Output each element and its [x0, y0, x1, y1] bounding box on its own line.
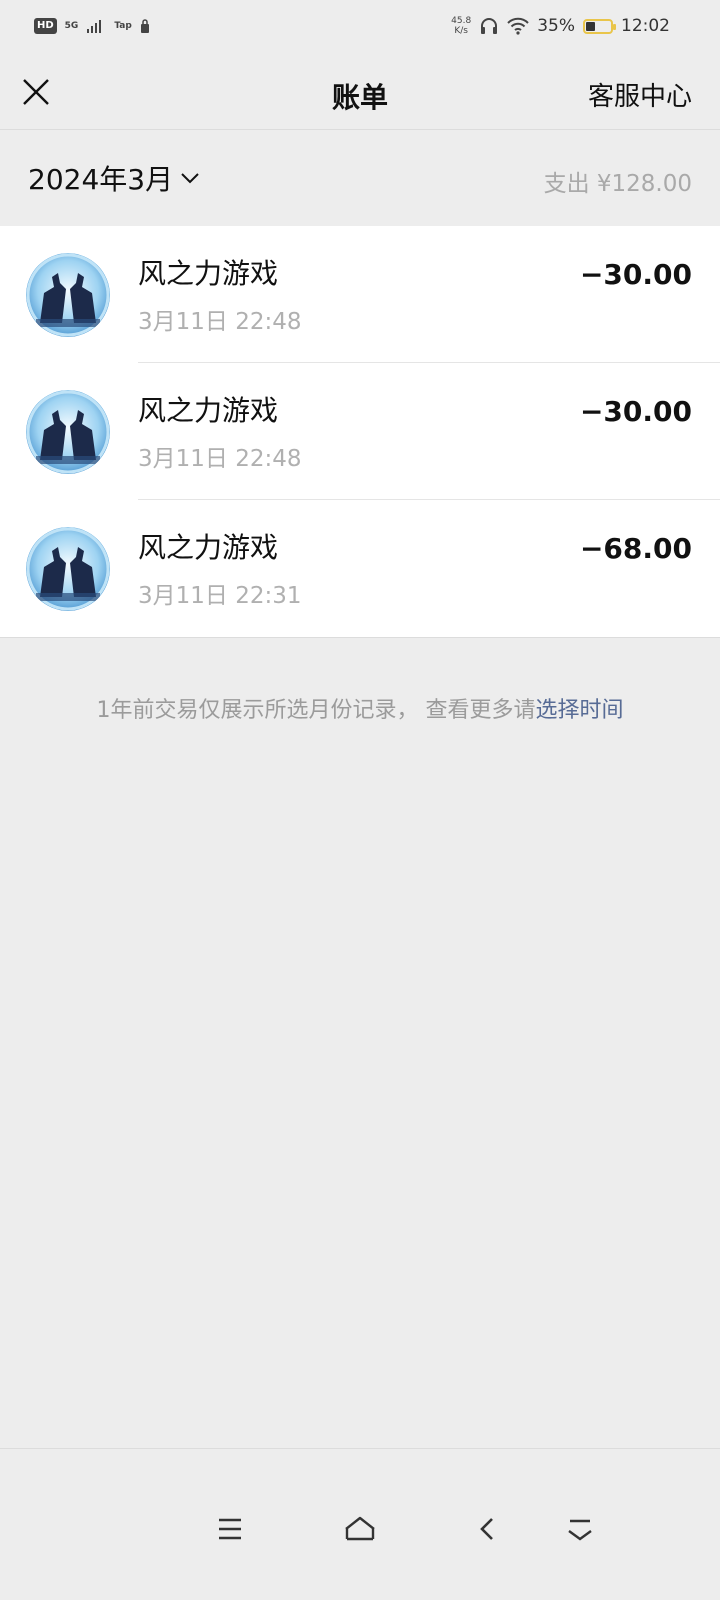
collapse-icon — [568, 1519, 592, 1541]
merchant-avatar — [26, 527, 110, 611]
system-nav-bar — [0, 1448, 720, 1600]
transaction-amount: −68.00 — [579, 532, 692, 565]
wifi-icon — [507, 17, 529, 35]
headphones-icon — [481, 18, 498, 34]
clock: 12:02 — [621, 16, 670, 36]
home-icon — [345, 1516, 375, 1541]
bill-screen: HD 5G Tap 45.8 K/s 35% 12:02 账单 客服中心 202… — [0, 0, 720, 1600]
list-bottom-border — [0, 637, 720, 638]
status-left: HD 5G Tap — [34, 18, 150, 34]
transaction-time: 3月11日 22:48 — [138, 446, 302, 472]
net-speed-unit: K/s — [454, 26, 468, 36]
transaction-row[interactable]: 风之力游戏 3月11日 22:48 −30.00 — [0, 226, 720, 363]
hd-badge: HD — [34, 18, 57, 34]
net-speed-value: 45.8 — [451, 16, 472, 26]
month-total: 支出 ¥128.00 — [543, 171, 692, 197]
status-bar: HD 5G Tap 45.8 K/s 35% 12:02 — [0, 0, 720, 56]
month-label: 2024年3月 — [28, 163, 174, 196]
signal-icon — [87, 20, 102, 33]
app-badge: Tap — [114, 21, 132, 31]
home-button[interactable] — [340, 1509, 380, 1549]
back-icon — [480, 1518, 493, 1540]
menu-icon — [219, 1518, 241, 1540]
notice-text: 1年前交易仅展示所选月份记录， 查看更多请 — [96, 698, 536, 723]
customer-service-link[interactable]: 客服中心 — [588, 76, 692, 113]
transaction-amount: −30.00 — [579, 258, 692, 291]
merchant-avatar — [26, 253, 110, 337]
network-label: 5G — [64, 21, 79, 31]
lock-icon — [140, 19, 149, 33]
menu-button[interactable] — [210, 1509, 250, 1549]
history-notice: 1年前交易仅展示所选月份记录， 查看更多请选择时间 — [0, 692, 720, 724]
net-speed: 45.8 K/s — [451, 16, 471, 36]
status-right: 45.8 K/s 35% 12:02 — [451, 16, 670, 36]
merchant-name: 风之力游戏 — [138, 257, 279, 290]
transaction-list: 风之力游戏 3月11日 22:48 −30.00 风之力游戏 3月11日 22:… — [0, 226, 720, 638]
merchant-avatar — [26, 390, 110, 474]
transaction-time: 3月11日 22:48 — [138, 309, 302, 335]
collapse-button[interactable] — [560, 1509, 600, 1549]
merchant-name: 风之力游戏 — [138, 531, 279, 564]
transaction-time: 3月11日 22:31 — [138, 583, 302, 609]
battery-icon — [583, 18, 616, 34]
select-time-link[interactable]: 选择时间 — [535, 698, 623, 723]
month-selector[interactable]: 2024年3月 — [28, 158, 201, 198]
battery-percent: 35% — [537, 16, 575, 36]
month-filter-row: 2024年3月 支出 ¥128.00 — [0, 130, 720, 226]
chevron-down-icon — [181, 173, 199, 184]
transaction-amount: −30.00 — [579, 395, 692, 428]
merchant-name: 风之力游戏 — [138, 394, 279, 427]
nav-bar: 账单 客服中心 — [0, 56, 720, 130]
transaction-row[interactable]: 风之力游戏 3月11日 22:48 −30.00 — [0, 363, 720, 500]
back-button[interactable] — [468, 1509, 508, 1549]
transaction-row[interactable]: 风之力游戏 3月11日 22:31 −68.00 — [0, 500, 720, 637]
